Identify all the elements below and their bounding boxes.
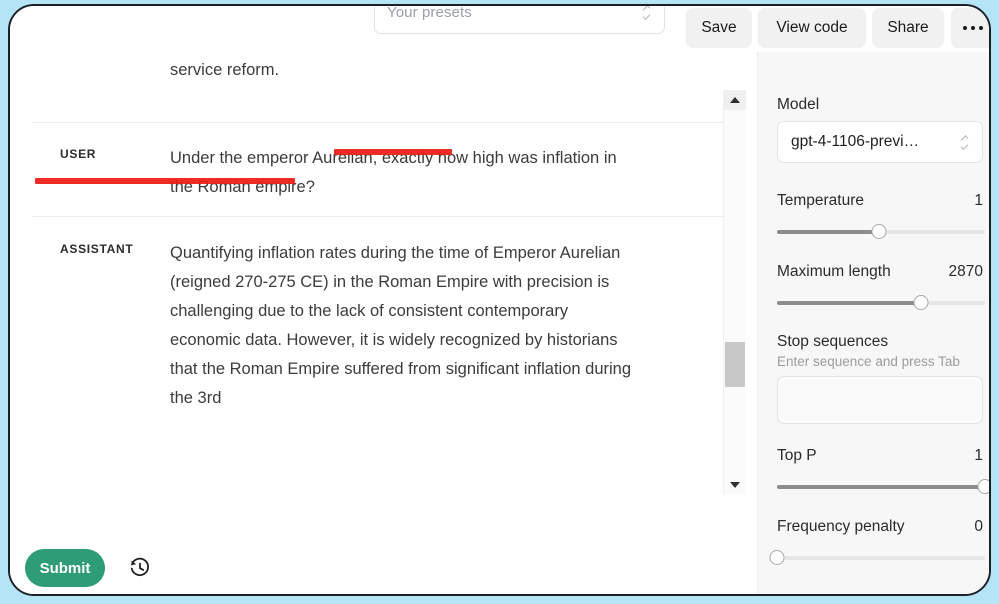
message-text: Quantifying inflation rates during the t… [170, 244, 632, 407]
model-select-value: gpt-4-1106-previ… [791, 133, 920, 150]
maximum-length-row: Maximum length 2870 [777, 263, 983, 281]
conversation-scroll-region[interactable]: service reform. USER Under the emperor A… [10, 52, 757, 495]
message-row-assistant[interactable]: ASSISTANT Quantifying inflation rates du… [32, 217, 735, 495]
slider-thumb[interactable] [769, 550, 785, 565]
stop-sequences-input[interactable] [777, 376, 983, 424]
frequency-penalty-label: Frequency penalty [777, 518, 905, 535]
history-clock-icon [130, 557, 149, 576]
share-button-label: Share [887, 19, 929, 36]
conversation-scrollbar[interactable] [723, 90, 746, 495]
maximum-length-slider[interactable] [777, 295, 985, 311]
view-code-button[interactable]: View code [758, 8, 866, 48]
message-text: service reform. [170, 61, 280, 79]
slider-fill [777, 485, 985, 489]
view-code-button-label: View code [776, 19, 848, 36]
save-button-label: Save [701, 19, 737, 36]
playground-window: Your presets Save View code Share servic… [8, 4, 991, 596]
frequency-penalty-value: 0 [974, 518, 983, 535]
temperature-value: 1 [974, 192, 983, 209]
top-p-label: Top P [777, 447, 817, 464]
ellipsis-horizontal-icon [978, 25, 984, 31]
preset-select[interactable]: Your presets [374, 4, 665, 34]
model-select[interactable]: gpt-4-1106-previ… [777, 121, 983, 163]
ellipsis-horizontal-icon [962, 25, 968, 31]
top-p-value: 1 [974, 447, 983, 464]
scrollbar-thumb[interactable] [725, 342, 745, 387]
maximum-length-label: Maximum length [777, 263, 891, 280]
top-toolbar: Your presets Save View code Share [10, 4, 989, 52]
slider-track [777, 556, 985, 560]
top-p-row: Top P 1 [777, 447, 983, 465]
preset-select-value: Your presets [387, 4, 472, 21]
slider-thumb[interactable] [977, 479, 989, 494]
triangle-up-icon [730, 97, 740, 103]
triangle-down-icon [730, 482, 740, 488]
message-role-label: ASSISTANT [60, 242, 134, 256]
more-options-button[interactable] [951, 8, 989, 48]
conversation-action-bar: Submit [10, 495, 757, 594]
message-row[interactable]: service reform. [32, 52, 735, 123]
frequency-penalty-row: Frequency penalty 0 [777, 518, 983, 536]
message-role-label [32, 52, 170, 122]
share-button[interactable]: Share [872, 8, 944, 48]
temperature-slider[interactable] [777, 224, 985, 240]
temperature-label: Temperature [777, 192, 865, 209]
conversation-pane: service reform. USER Under the emperor A… [10, 52, 757, 594]
slider-fill [777, 301, 921, 305]
message-row-user[interactable]: USER Under the emperor Aurelian, exactly… [32, 123, 735, 217]
top-p-slider[interactable] [777, 479, 989, 495]
parameters-sidebar: Model gpt-4-1106-previ… Temperature 1 Ma… [757, 52, 989, 594]
chevron-up-down-icon [959, 133, 970, 151]
red-underline-annotation [334, 149, 452, 155]
temperature-row: Temperature 1 [777, 192, 983, 210]
save-button[interactable]: Save [686, 8, 752, 48]
submit-button[interactable]: Submit [25, 549, 105, 587]
scroll-down-button[interactable] [724, 475, 746, 495]
slider-thumb[interactable] [913, 295, 929, 310]
submit-button-label: Submit [39, 559, 91, 577]
model-label: Model [777, 96, 820, 113]
stop-sequences-hint: Enter sequence and press Tab [777, 354, 960, 369]
red-underline-annotation [35, 178, 295, 184]
frequency-penalty-slider[interactable] [769, 550, 985, 566]
chevron-up-down-icon [641, 6, 652, 21]
history-button[interactable] [127, 555, 153, 581]
slider-fill [777, 230, 879, 234]
ellipsis-horizontal-icon [970, 25, 976, 31]
stop-sequences-label: Stop sequences [777, 333, 889, 350]
scroll-up-button[interactable] [724, 90, 746, 110]
maximum-length-value: 2870 [948, 263, 983, 280]
slider-thumb[interactable] [871, 224, 887, 239]
